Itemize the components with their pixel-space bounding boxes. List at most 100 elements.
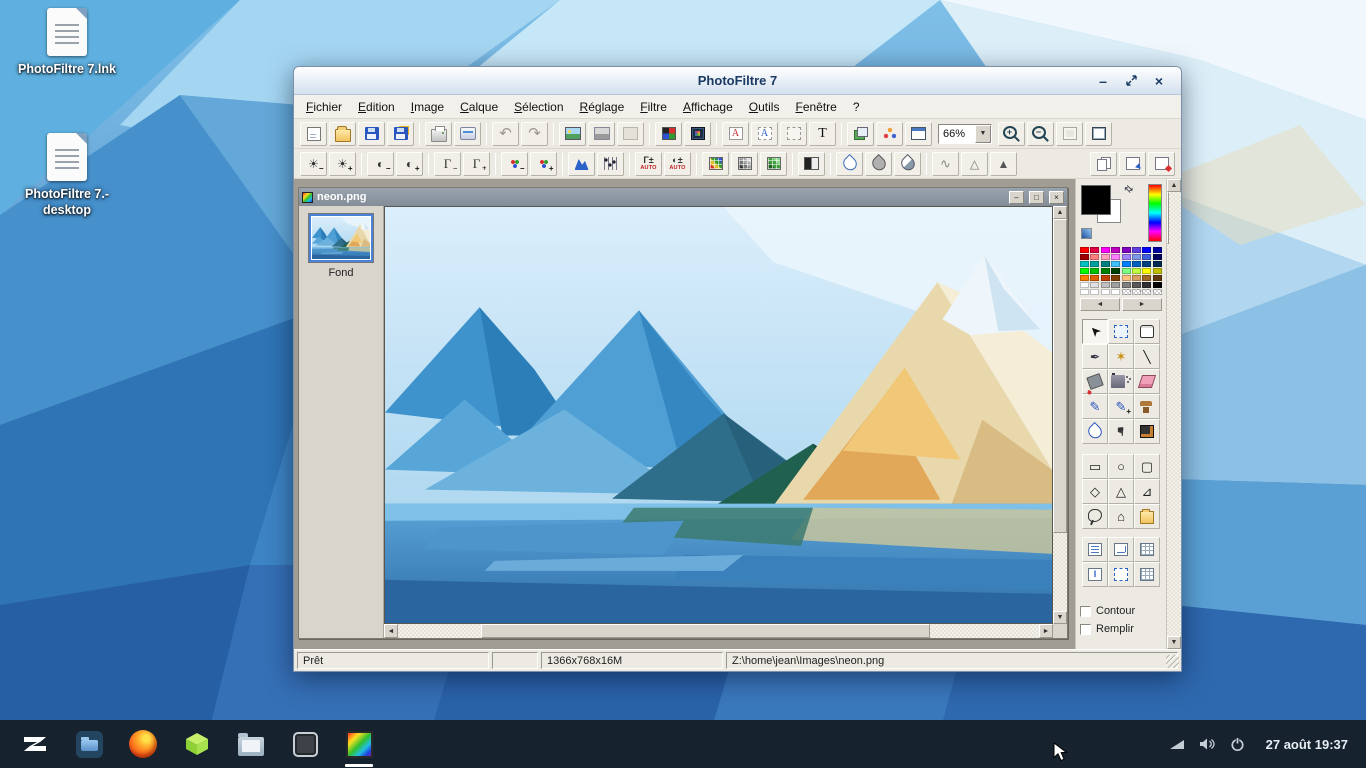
- grid-rgb-button[interactable]: [702, 152, 729, 176]
- zoom-out-button[interactable]: −: [1027, 122, 1054, 146]
- scroll-down-button[interactable]: ▼: [1167, 636, 1181, 649]
- save-button[interactable]: [358, 122, 385, 146]
- palette-color[interactable]: [1142, 247, 1151, 253]
- drop-outline-button[interactable]: [836, 152, 863, 176]
- palette-color[interactable]: [1142, 282, 1151, 288]
- zoom-full-button[interactable]: [1085, 122, 1112, 146]
- foreground-color-swatch[interactable]: [1081, 185, 1111, 215]
- smudge-button[interactable]: ☛: [1108, 419, 1134, 444]
- palette-color[interactable]: [1132, 275, 1141, 281]
- sharpen-button[interactable]: ▲: [990, 152, 1017, 176]
- menu-reglage[interactable]: Réglage: [572, 97, 633, 117]
- palette-color[interactable]: [1101, 247, 1110, 253]
- palette-color[interactable]: [1153, 247, 1162, 253]
- scroll-track[interactable]: [1053, 219, 1067, 611]
- palette-color[interactable]: [1122, 275, 1131, 281]
- maximize-button[interactable]: [1119, 71, 1143, 91]
- undo-button[interactable]: ↶: [492, 122, 519, 146]
- palette-color[interactable]: [1142, 289, 1151, 295]
- module-button[interactable]: [876, 122, 903, 146]
- scroll-left-button[interactable]: ◄: [384, 624, 398, 638]
- text-book-button[interactable]: A: [722, 122, 749, 146]
- palette-color[interactable]: [1080, 261, 1089, 267]
- menu-image[interactable]: Image: [403, 97, 452, 117]
- zoom-auto-button[interactable]: [1056, 122, 1083, 146]
- shape-open-button[interactable]: [1134, 504, 1160, 529]
- palette-color[interactable]: [1090, 282, 1099, 288]
- palette-color[interactable]: [1101, 289, 1110, 295]
- swap-colors-icon[interactable]: ⇄: [1121, 183, 1135, 197]
- palette-color[interactable]: [1132, 254, 1141, 260]
- option-position-button[interactable]: [1082, 537, 1108, 562]
- palette-color[interactable]: [1132, 247, 1141, 253]
- spray-button[interactable]: [1108, 369, 1134, 394]
- document-minimize-button[interactable]: –: [1009, 191, 1024, 204]
- palette-color[interactable]: [1101, 254, 1110, 260]
- palette-color[interactable]: [1090, 254, 1099, 260]
- canvas-size-button[interactable]: [588, 122, 615, 146]
- canvas-horizontal-scrollbar[interactable]: ◄ ►: [384, 624, 1053, 638]
- palette-color[interactable]: [1111, 268, 1120, 274]
- paste-image-button[interactable]: [1119, 152, 1146, 176]
- scroll-thumb[interactable]: [481, 624, 930, 638]
- levels-button[interactable]: [568, 152, 595, 176]
- eyedropper-button[interactable]: ✒: [1082, 344, 1108, 369]
- remplir-checkbox[interactable]: Remplir: [1080, 623, 1162, 635]
- palette-color[interactable]: [1111, 282, 1120, 288]
- minimize-button[interactable]: –: [1091, 71, 1115, 91]
- option-table-button[interactable]: [1134, 562, 1160, 587]
- grid-gray-button[interactable]: [731, 152, 758, 176]
- transform-button[interactable]: [617, 122, 644, 146]
- palette-color[interactable]: [1142, 275, 1151, 281]
- new-button[interactable]: [300, 122, 327, 146]
- palette-color[interactable]: [1101, 261, 1110, 267]
- clone-button[interactable]: [1134, 394, 1160, 419]
- option-size-button[interactable]: [1108, 537, 1134, 562]
- tri-right-button[interactable]: ⊿: [1134, 479, 1160, 504]
- palette-color[interactable]: [1142, 268, 1151, 274]
- taskbar-zorin-menu-button[interactable]: [8, 720, 62, 768]
- rect-button[interactable]: ▭: [1082, 454, 1108, 479]
- menu-help[interactable]: ?: [845, 97, 868, 117]
- scan-button[interactable]: [454, 122, 481, 146]
- canvas-vertical-scrollbar[interactable]: ▲ ▼: [1053, 206, 1067, 624]
- scroll-down-button[interactable]: ▼: [1053, 611, 1067, 624]
- document-close-button[interactable]: ×: [1049, 191, 1064, 204]
- menu-filtre[interactable]: Filtre: [632, 97, 675, 117]
- line-button[interactable]: ╲: [1134, 344, 1160, 369]
- power-tray-button[interactable]: [1223, 720, 1252, 768]
- palette-color[interactable]: [1132, 282, 1141, 288]
- palette-color[interactable]: [1080, 247, 1089, 253]
- palette-color[interactable]: [1142, 261, 1151, 267]
- scroll-right-button[interactable]: ►: [1039, 624, 1053, 638]
- grid-green-button[interactable]: [760, 152, 787, 176]
- palette-prev-button[interactable]: ◄: [1080, 298, 1120, 311]
- palette-color[interactable]: [1122, 268, 1131, 274]
- desktop-icon-photofiltre-lnk[interactable]: PhotoFiltre 7.lnk: [15, 8, 119, 77]
- palette-color[interactable]: [1153, 254, 1162, 260]
- equalizer-button[interactable]: [597, 152, 624, 176]
- palette-color[interactable]: [1132, 268, 1141, 274]
- menu-edition[interactable]: Edition: [350, 97, 403, 117]
- palette-color[interactable]: [1153, 261, 1162, 267]
- taskbar-boxes-button[interactable]: [170, 720, 224, 768]
- gamma-minus-button[interactable]: Γ−: [434, 152, 461, 176]
- palette-color[interactable]: [1122, 247, 1131, 253]
- palette-color[interactable]: [1090, 289, 1099, 295]
- text-button[interactable]: T: [809, 122, 836, 146]
- taskbar-firefox-button[interactable]: [116, 720, 170, 768]
- palette-color[interactable]: [1111, 254, 1120, 260]
- copy-merge-button[interactable]: [1090, 152, 1117, 176]
- palette-color[interactable]: [1142, 254, 1151, 260]
- automate-button[interactable]: [684, 122, 711, 146]
- gamma-plus-button[interactable]: Γ+: [463, 152, 490, 176]
- palette-color[interactable]: [1111, 275, 1120, 281]
- option-selection-button[interactable]: [1108, 562, 1134, 587]
- document-maximize-button[interactable]: □: [1029, 191, 1044, 204]
- cursor-button[interactable]: ➤: [1082, 319, 1108, 344]
- soften-button[interactable]: △: [961, 152, 988, 176]
- palette-color[interactable]: [1111, 289, 1120, 295]
- zoom-dropdown-arrow[interactable]: ▼: [975, 125, 991, 143]
- open-button[interactable]: [329, 122, 356, 146]
- scroll-track[interactable]: [398, 624, 1039, 638]
